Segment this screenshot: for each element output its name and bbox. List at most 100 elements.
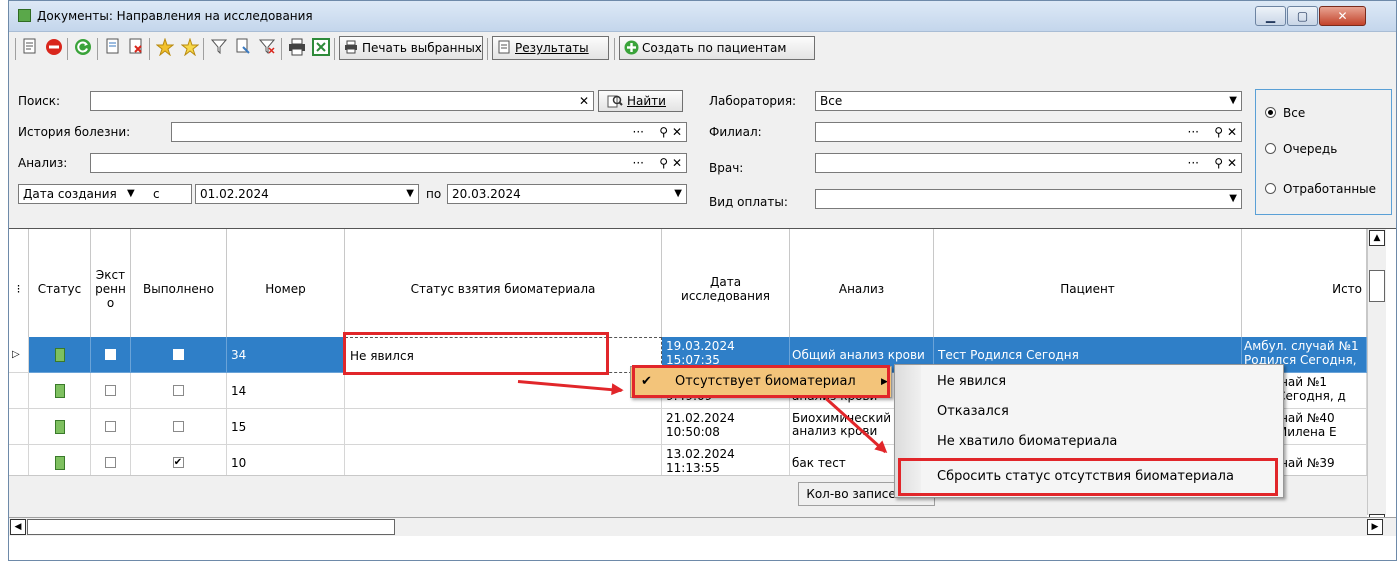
scroll-thumb[interactable] — [1369, 270, 1385, 302]
chevron-down-icon: ▼ — [1229, 193, 1237, 204]
search-icon[interactable]: ⚲ — [1214, 154, 1223, 172]
header-patient[interactable]: Пациент — [934, 229, 1242, 349]
bio-status-cell[interactable] — [345, 409, 662, 445]
history-input[interactable]: ··· ⚲ ✕ — [171, 122, 687, 142]
filter-clear-icon[interactable] — [257, 38, 277, 58]
payment-select[interactable]: ▼ — [815, 189, 1242, 209]
delete-icon[interactable] — [44, 38, 64, 58]
maximize-button[interactable]: ▢ — [1287, 6, 1318, 26]
done-cell[interactable] — [131, 409, 227, 445]
close-button[interactable]: ✕ — [1319, 6, 1366, 26]
excel-icon[interactable] — [311, 38, 331, 58]
more-icon[interactable]: ··· — [633, 154, 644, 172]
refresh-icon[interactable] — [73, 38, 93, 58]
lab-select[interactable]: Все ▼ — [815, 91, 1242, 111]
row-indicator — [9, 373, 29, 409]
minimize-icon: ▁ — [1265, 9, 1276, 23]
title-bar: Документы: Направления на исследования ▁… — [9, 1, 1396, 32]
toolbar-separator — [281, 38, 282, 60]
lab-label: Лаборатория: — [709, 94, 797, 108]
create-by-patients-button[interactable]: Создать по пациентам — [619, 36, 815, 60]
more-icon[interactable]: ··· — [1188, 123, 1199, 141]
submenu-item-insufficient[interactable]: Не хватило биоматериала — [895, 427, 1283, 457]
header-analysis[interactable]: Анализ — [790, 229, 934, 349]
urgent-checkbox[interactable] — [104, 456, 116, 468]
search-input[interactable]: ✕ — [90, 91, 594, 111]
radio-dot — [1265, 107, 1276, 118]
scroll-up-icon[interactable]: ▲ — [1369, 230, 1385, 246]
header-history[interactable]: Исто — [1242, 229, 1367, 349]
done-cell[interactable] — [131, 373, 227, 409]
printer-icon[interactable] — [287, 38, 307, 58]
scroll-thumb[interactable] — [27, 519, 395, 535]
clear-icon[interactable]: ✕ — [672, 123, 682, 141]
header-status[interactable]: Статус — [29, 229, 91, 349]
radio-processed[interactable]: Отработанные — [1265, 181, 1376, 197]
row-indicator — [9, 409, 29, 445]
submenu-item-no-show[interactable]: Не явился — [895, 367, 1283, 397]
annotation-box-menu-item — [632, 365, 890, 398]
filter-edit-icon[interactable] — [233, 38, 253, 58]
annotation-box-bio-status — [343, 332, 609, 375]
header-bio-status[interactable]: Статус взятия биоматериала — [345, 229, 662, 349]
vertical-scrollbar[interactable]: ▲ ▼ — [1367, 229, 1386, 530]
horizontal-scrollbar[interactable]: ◀ ▶ — [9, 517, 1396, 536]
document-list-icon[interactable] — [103, 38, 123, 58]
radio-dot — [1265, 183, 1276, 194]
urgent-checkbox[interactable] — [104, 348, 116, 360]
urgent-checkbox[interactable] — [104, 384, 116, 396]
status-cell — [29, 409, 91, 445]
radio-all[interactable]: Все — [1265, 105, 1305, 121]
done-checkbox[interactable] — [172, 420, 184, 432]
header-number[interactable]: Номер — [227, 229, 345, 349]
header-date[interactable]: Дата исследования — [662, 229, 790, 349]
submenu-item-refused[interactable]: Отказался — [895, 397, 1283, 427]
filter-icon[interactable] — [209, 38, 229, 58]
scroll-left-icon[interactable]: ◀ — [10, 519, 26, 535]
document-delete-icon[interactable] — [126, 38, 146, 58]
urgent-cell[interactable] — [91, 373, 131, 409]
column-chooser-icon[interactable]: ⁝ — [9, 229, 29, 349]
clear-icon[interactable]: ✕ — [672, 154, 682, 172]
clear-icon[interactable]: ✕ — [1227, 123, 1237, 141]
more-icon[interactable]: ··· — [1188, 154, 1199, 172]
edit-document-icon[interactable] — [20, 38, 40, 58]
clear-icon[interactable]: ✕ — [579, 92, 589, 110]
document-status-icon — [54, 347, 65, 362]
clear-icon[interactable]: ✕ — [1227, 154, 1237, 172]
results-label: Результаты — [515, 41, 589, 55]
search-icon[interactable]: ⚲ — [1214, 123, 1223, 141]
radio-queue[interactable]: Очередь — [1265, 141, 1337, 157]
date-type-select[interactable]: Дата создания ▼ с — [18, 184, 192, 204]
print-selected-label: Печать выбранных — [362, 41, 482, 55]
header-done[interactable]: Выполнено — [131, 229, 227, 349]
urgent-cell[interactable] — [91, 409, 131, 445]
radio-dot — [1265, 143, 1276, 154]
doctor-input[interactable]: ··· ⚲ ✕ — [815, 153, 1242, 173]
favorite-star-icon[interactable] — [180, 37, 200, 58]
branch-input[interactable]: ··· ⚲ ✕ — [815, 122, 1242, 142]
minimize-button[interactable]: ▁ — [1255, 6, 1286, 26]
header-urgent[interactable]: Экст ренн о — [91, 229, 131, 349]
date-from-picker[interactable]: 01.02.2024 ▼ — [195, 184, 419, 204]
more-icon[interactable]: ··· — [633, 123, 644, 141]
done-cell[interactable] — [131, 337, 227, 373]
date-cell: 21.02.2024 10:50:08 — [662, 409, 790, 445]
maximize-icon: ▢ — [1296, 9, 1309, 23]
date-to-picker[interactable]: 20.03.2024 ▼ — [447, 184, 687, 204]
search-icon[interactable]: ⚲ — [659, 154, 668, 172]
number-cell: 34 — [227, 337, 345, 373]
results-button[interactable]: Результаты — [492, 36, 609, 60]
done-checkbox[interactable] — [172, 348, 184, 360]
find-button[interactable]: Найти — [598, 90, 683, 112]
analysis-input[interactable]: ··· ⚲ ✕ — [90, 153, 687, 173]
urgent-checkbox[interactable] — [104, 420, 116, 432]
urgent-cell[interactable] — [91, 337, 131, 373]
done-checkbox[interactable]: ✔ — [172, 456, 184, 468]
scroll-right-icon[interactable]: ▶ — [1367, 519, 1383, 535]
done-checkbox[interactable] — [172, 384, 184, 396]
search-icon[interactable]: ⚲ — [659, 123, 668, 141]
print-selected-button[interactable]: Печать выбранных — [339, 36, 483, 60]
add-star-icon[interactable] — [155, 37, 175, 58]
document-icon — [497, 40, 511, 55]
